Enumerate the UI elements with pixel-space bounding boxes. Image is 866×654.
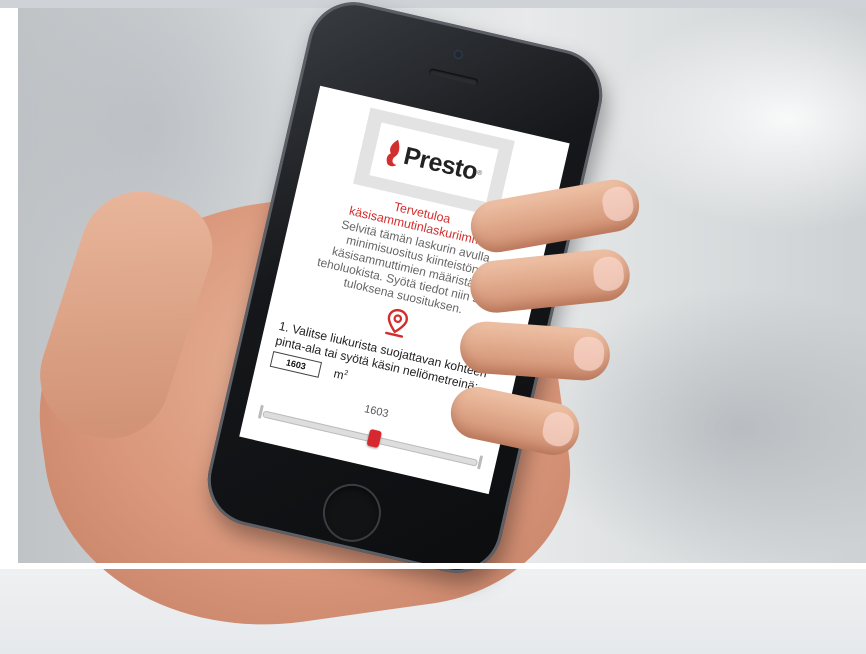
fingernail [600, 184, 636, 224]
area-unit-exponent: 2 [343, 369, 349, 378]
home-button[interactable] [317, 478, 387, 548]
finger-ring [458, 319, 612, 383]
left-border [0, 8, 18, 569]
fingernail [572, 335, 606, 372]
top-border [0, 0, 866, 8]
brand-logo[interactable]: Presto ® [369, 122, 499, 203]
fingernail [591, 255, 626, 293]
earpiece-speaker [428, 68, 479, 87]
location-pin-icon [385, 308, 408, 338]
brand-registered-mark: ® [476, 168, 483, 177]
fingernail [540, 409, 577, 449]
slider-thumb[interactable] [366, 428, 383, 449]
bottom-border [0, 563, 866, 569]
area-unit: m2 [332, 366, 349, 383]
brand-name: Presto [401, 141, 481, 186]
front-camera [452, 49, 464, 60]
slider-end-cap [477, 455, 484, 470]
